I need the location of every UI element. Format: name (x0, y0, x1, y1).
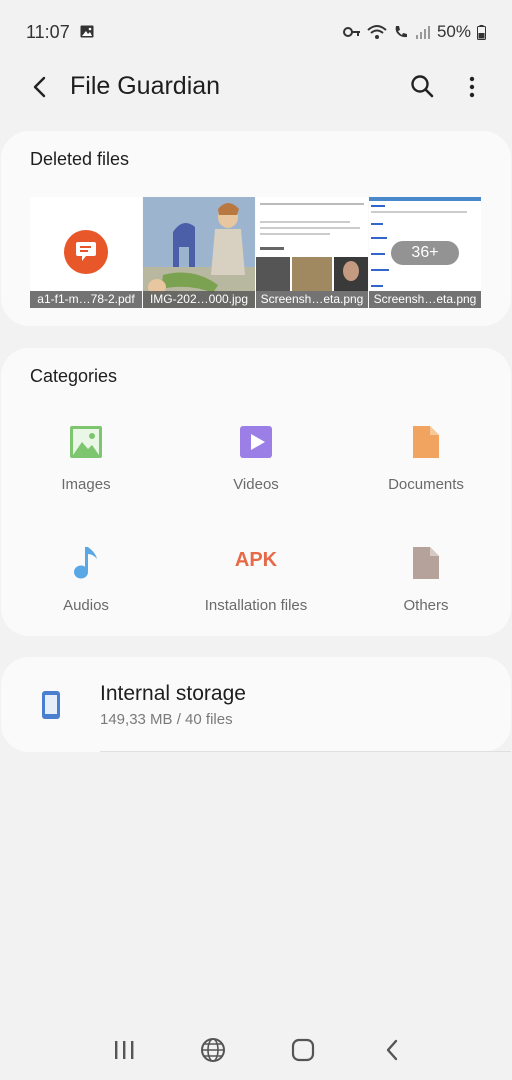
globe-icon[interactable] (199, 1036, 227, 1064)
back-nav-icon[interactable] (378, 1036, 406, 1064)
categories-title: Categories (30, 366, 118, 386)
pdf-icon (64, 230, 108, 274)
deleted-files-thumbnails: a1-f1-m…78-2.pdf IMG-202…000.jpg Screens… (30, 197, 482, 308)
category-label: Others (403, 597, 449, 614)
wifi-icon (367, 25, 387, 39)
gallery-notification-icon (80, 25, 94, 38)
category-label: Videos (233, 476, 279, 493)
status-bar: 11:07 50% (0, 0, 512, 64)
category-documents[interactable]: Documents (341, 408, 511, 518)
storage-usage: 149,33 MB / 40 files (100, 711, 233, 728)
thumb-caption: IMG-202…000.jpg (143, 291, 255, 308)
deleted-files-title: Deleted files (30, 149, 130, 169)
battery-percent: 50% (436, 22, 471, 41)
deleted-file-thumb-pdf[interactable]: a1-f1-m…78-2.pdf (30, 197, 142, 308)
battery-icon (477, 24, 486, 40)
category-installation-files[interactable]: APK Installation files (171, 529, 341, 639)
thumb-caption: Screensh…eta.png (369, 291, 481, 308)
deleted-file-thumb-screenshot[interactable]: Screensh…eta.png (256, 197, 368, 308)
deleted-file-thumb-image[interactable]: IMG-202…000.jpg (143, 197, 255, 308)
categories-card: Categories Images Videos Documents Audio… (1, 348, 511, 636)
back-arrow-icon[interactable] (26, 72, 54, 102)
recent-apps-icon[interactable] (110, 1036, 138, 1064)
category-audios[interactable]: Audios (1, 529, 171, 639)
status-time: 11:07 (26, 22, 70, 42)
navigation-bar (0, 1020, 512, 1080)
storage-title: Internal storage (100, 682, 246, 705)
category-videos[interactable]: Videos (171, 408, 341, 518)
category-images[interactable]: Images (1, 408, 171, 518)
more-files-badge: 36+ (391, 241, 459, 265)
music-note-icon (74, 547, 97, 579)
internal-storage-card[interactable]: Internal storage 149,33 MB / 40 files (1, 657, 511, 752)
category-label: Images (61, 476, 111, 493)
home-icon[interactable] (289, 1036, 317, 1064)
deleted-file-thumb-screenshot-more[interactable]: 36+ Screensh…eta.png (369, 197, 481, 308)
signal-icon (415, 26, 430, 39)
file-icon (413, 547, 439, 579)
video-icon (240, 426, 272, 458)
search-icon[interactable] (408, 72, 438, 102)
status-icons: 50% (342, 22, 486, 42)
category-label: Audios (63, 597, 109, 614)
document-icon (413, 426, 439, 458)
app-bar: File Guardian (0, 64, 512, 110)
more-options-icon[interactable] (460, 72, 484, 102)
thumb-caption: Screensh…eta.png (256, 291, 368, 308)
image-icon (70, 426, 102, 458)
wifi-call-icon (395, 26, 407, 38)
divider (100, 751, 511, 752)
phone-icon (42, 691, 60, 719)
page-title: File Guardian (70, 72, 221, 100)
deleted-files-card[interactable]: Deleted files a1-f1-m…78-2.pdf IMG-202…0… (1, 131, 511, 326)
category-label: Documents (388, 476, 464, 493)
apk-icon: APK (234, 549, 278, 571)
category-label: Installation files (204, 597, 308, 614)
thumb-caption: a1-f1-m…78-2.pdf (30, 291, 142, 308)
category-others[interactable]: Others (341, 529, 511, 639)
vpn-key-icon (342, 27, 360, 37)
